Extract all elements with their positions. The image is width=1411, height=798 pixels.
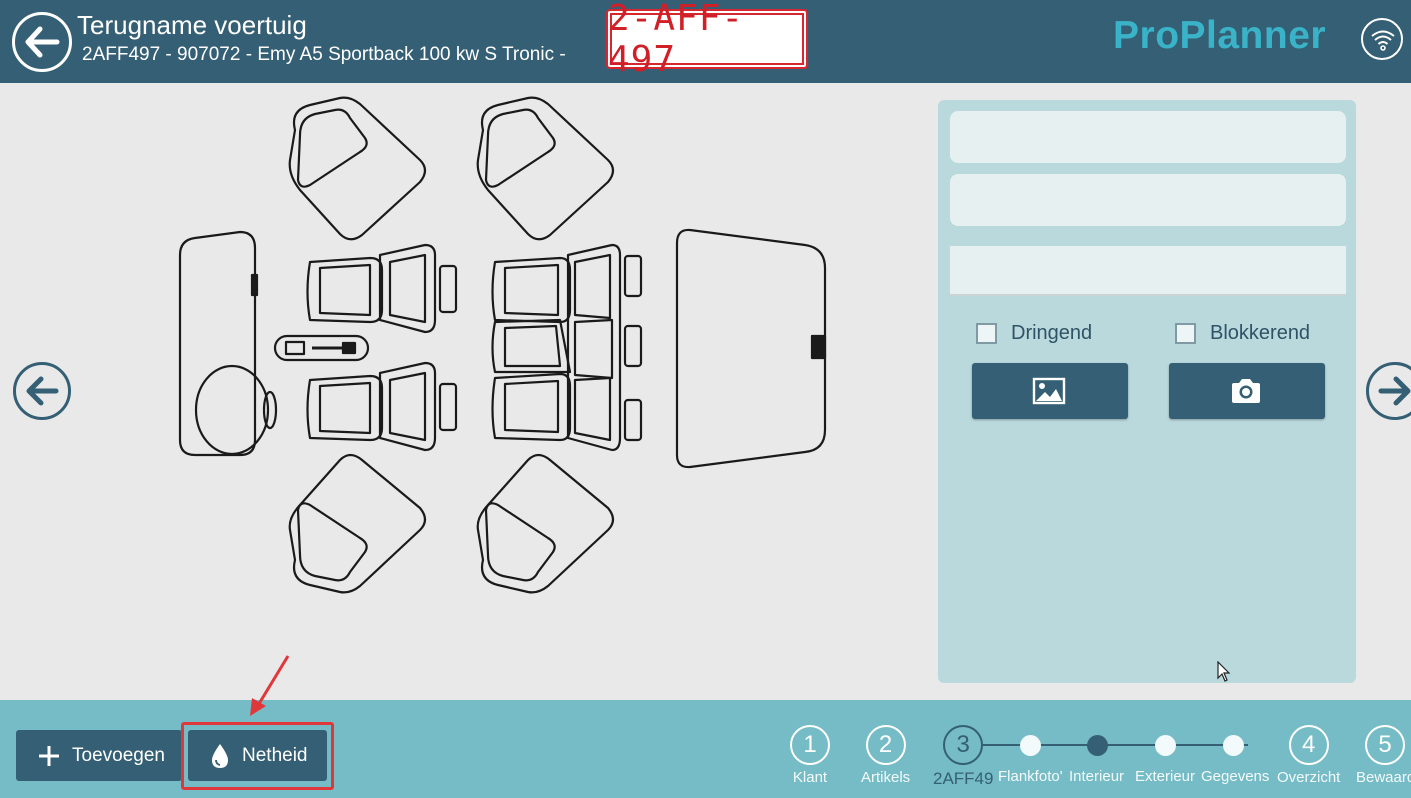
door-rear-right[interactable] <box>476 453 615 594</box>
main-area: Dringend Blokkerend <box>0 83 1411 700</box>
add-label: Toevoegen <box>72 744 165 766</box>
arrow-right-icon <box>1378 376 1411 406</box>
back-button[interactable] <box>12 12 72 72</box>
substep-dot-flank[interactable] <box>1020 735 1041 756</box>
urgent-label: Dringend <box>1011 322 1093 344</box>
step-label: Klant <box>792 769 828 786</box>
trunk[interactable] <box>675 228 827 469</box>
image-icon <box>1032 377 1066 405</box>
step-number: 4 <box>1288 725 1329 765</box>
camera-icon <box>1232 379 1260 403</box>
step-vehicle[interactable]: 3 2AFF49 <box>933 725 993 789</box>
wifi-button[interactable] <box>1361 18 1403 60</box>
wifi-icon <box>1371 30 1395 51</box>
annotation-arrow-icon <box>250 655 290 716</box>
car-interior-diagram[interactable] <box>170 95 840 615</box>
blocking-label: Blokkerend <box>1210 322 1311 344</box>
step-label: Artikels <box>861 769 911 786</box>
substep-label: Flankfoto' <box>998 768 1063 785</box>
add-button[interactable]: Toevoegen <box>16 730 182 781</box>
step-overview[interactable]: 4 Overzicht <box>1277 725 1340 786</box>
step-label: 2AFF49 <box>933 769 994 788</box>
footer-bar: Toevoegen Netheid 1 Klant 2 Artikels 3 2… <box>0 655 1411 798</box>
plus-icon <box>39 745 59 766</box>
camera-button[interactable] <box>1169 363 1325 419</box>
checkbox-box[interactable] <box>976 323 997 344</box>
remark-field[interactable] <box>950 246 1346 296</box>
door-front-left[interactable] <box>288 96 427 241</box>
arrow-left-icon <box>26 376 59 406</box>
step-number: 1 <box>790 725 830 765</box>
checkbox-box[interactable] <box>1175 323 1196 344</box>
substep-label: Interieur <box>1069 768 1125 785</box>
step-label: Overzicht <box>1277 769 1341 786</box>
step-number: 2 <box>865 725 906 765</box>
step-articles[interactable]: 2 Artikels <box>861 725 910 786</box>
step-number: 5 <box>1365 725 1405 765</box>
damage-location-field[interactable] <box>950 174 1346 226</box>
substep-label: Gegevens <box>1201 768 1270 785</box>
door-rear-left[interactable] <box>476 96 615 241</box>
step-saved[interactable]: 5 Bewaard <box>1356 725 1411 786</box>
damage-panel: Dringend Blokkerend <box>938 100 1356 683</box>
substep-dot-interior[interactable] <box>1087 735 1108 756</box>
gallery-button[interactable] <box>972 363 1128 419</box>
vehicle-subtitle: 2AFF497 - 907072 - Emy A5 Sportback 100 … <box>82 44 566 65</box>
page-title: Terugname voertuig <box>77 10 307 40</box>
seat-front-left[interactable] <box>306 243 458 334</box>
arrow-left-icon <box>25 26 60 58</box>
step-customer[interactable]: 1 Klant <box>790 725 830 786</box>
highlight-box <box>181 722 334 790</box>
app-header: Terugname voertuig 2AFF497 - 907072 - Em… <box>0 0 1411 83</box>
substep-label: Exterieur <box>1135 768 1196 785</box>
brand-logo: ProPlanner <box>1113 14 1327 57</box>
substep-dot-data[interactable] <box>1223 735 1244 756</box>
substep-dot-exterior[interactable] <box>1155 735 1176 756</box>
seat-front-right[interactable] <box>306 361 458 452</box>
dashboard[interactable] <box>178 230 278 457</box>
center-console[interactable] <box>273 334 370 362</box>
previous-button[interactable] <box>13 362 71 420</box>
step-label: Bewaard <box>1356 769 1411 786</box>
mouse-cursor-icon <box>1217 661 1231 682</box>
door-front-right[interactable] <box>288 453 427 594</box>
next-button[interactable] <box>1366 362 1411 420</box>
damage-type-field[interactable] <box>950 111 1346 163</box>
urgent-checkbox[interactable]: Dringend <box>976 322 1092 345</box>
blocking-checkbox[interactable]: Blokkerend <box>1175 322 1310 345</box>
step-number: 3 <box>943 725 984 765</box>
license-plate: 2-AFF-497 <box>606 0 808 80</box>
rear-bench[interactable] <box>491 243 643 452</box>
